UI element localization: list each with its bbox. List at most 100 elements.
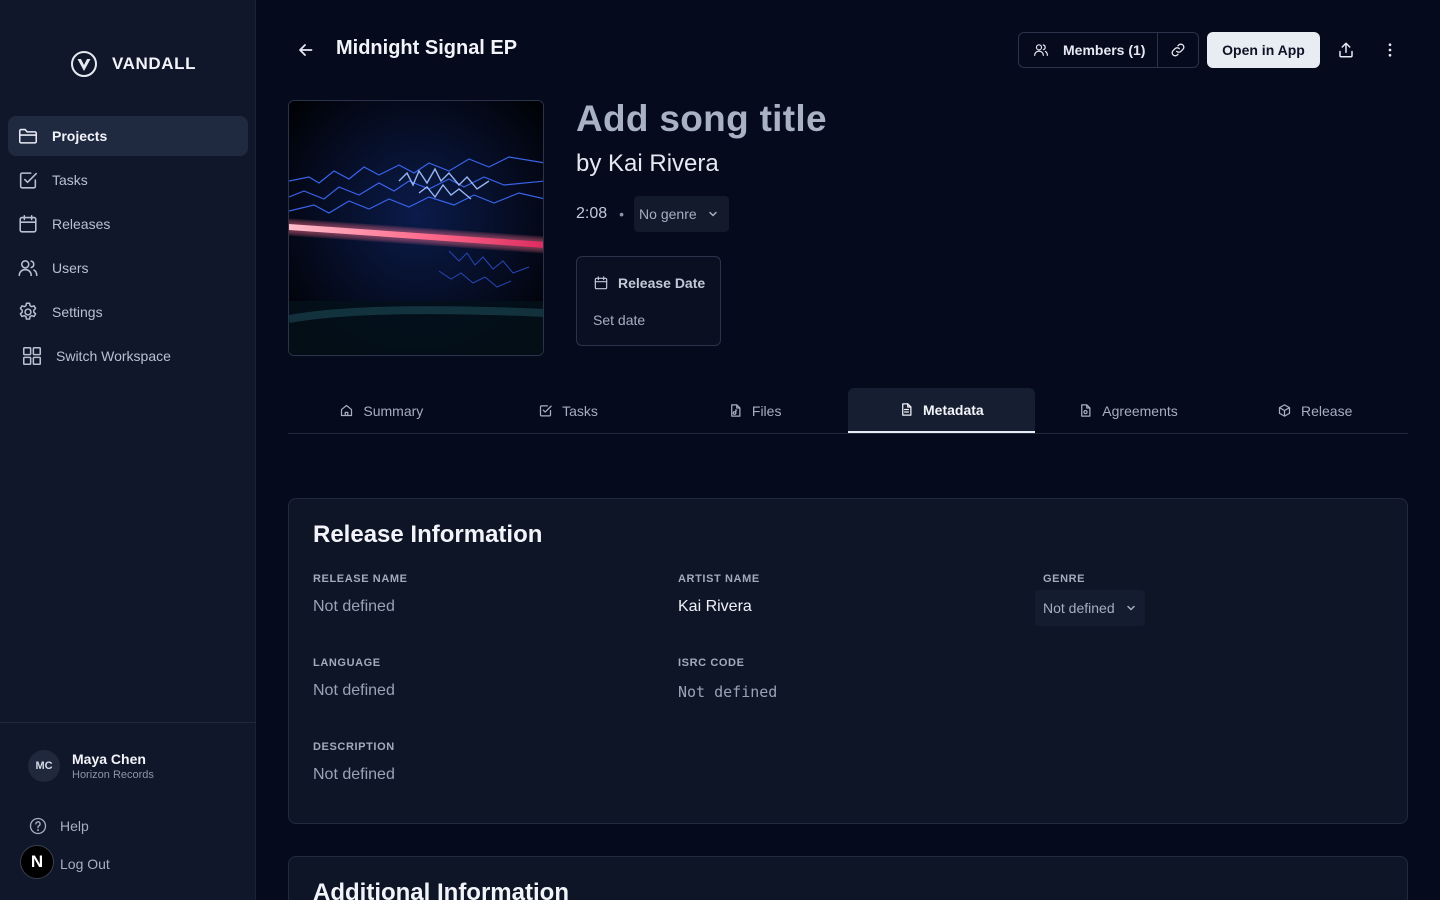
help-label: Help — [60, 818, 89, 834]
tab-label: Release — [1301, 402, 1353, 419]
field-value: Not defined — [313, 598, 395, 615]
genre-select[interactable]: Not defined — [1035, 590, 1145, 626]
avatar: MC — [28, 750, 60, 782]
sidebar-item-projects[interactable]: Projects — [8, 116, 248, 156]
gear-icon — [16, 300, 40, 324]
link-icon — [1171, 43, 1185, 57]
user-name: Maya Chen — [72, 751, 146, 767]
song-title[interactable]: Add song title — [576, 98, 827, 140]
tab-label: Files — [751, 402, 782, 419]
user-organization: Horizon Records — [72, 769, 154, 781]
release-date-header: Release Date — [593, 275, 705, 291]
language-field[interactable]: LANGUAGE Not defined — [313, 657, 395, 700]
open-in-app-button[interactable]: Open in App — [1207, 32, 1320, 68]
additional-information-card: Additional Information — [288, 856, 1408, 900]
sidebar-item-settings[interactable]: Settings — [8, 292, 248, 332]
calendar-icon — [594, 276, 608, 290]
audio-file-icon — [731, 404, 741, 417]
document-icon — [902, 403, 912, 416]
sidebar-item-label: Releases — [52, 216, 111, 232]
more-vertical-icon — [1388, 43, 1392, 57]
chevron-down-icon — [1126, 605, 1135, 611]
sidebar-divider — [0, 722, 256, 723]
song-duration: 2:08 — [576, 205, 608, 222]
sidebar: VANDALL Projects Tasks Releases Users Se… — [0, 0, 256, 900]
folder-icon — [16, 124, 40, 148]
cover-art[interactable] — [288, 100, 544, 356]
tab-label: Agreements — [1102, 402, 1178, 419]
sidebar-item-switch-workspace[interactable]: Switch Workspace — [8, 336, 248, 376]
share-icon — [1339, 42, 1353, 58]
field-value: Not defined — [313, 766, 395, 783]
logout-label: Log Out — [60, 856, 110, 872]
field-label: GENRE — [1043, 573, 1086, 585]
field-value: Not defined — [313, 682, 395, 699]
package-icon — [1278, 404, 1291, 417]
release-name-field[interactable]: RELEASE NAME Not defined — [313, 573, 408, 616]
grid-icon — [20, 344, 44, 368]
tab-label: Metadata — [923, 401, 984, 418]
tab-label: Tasks — [562, 402, 598, 419]
artist-name-field[interactable]: ARTIST NAME Kai Rivera — [678, 573, 760, 616]
brand-logo-icon — [71, 51, 97, 77]
calendar-icon — [16, 212, 40, 236]
tab-label: Summary — [363, 402, 424, 419]
genre-value: No genre — [639, 206, 697, 222]
description-field[interactable]: DESCRIPTION Not defined — [313, 741, 395, 784]
tab-bar: Summary Tasks Files Metadata Agreements … — [288, 388, 1408, 434]
tab-metadata[interactable]: Metadata — [848, 388, 1035, 433]
logout-link[interactable]: Log Out — [60, 856, 110, 872]
help-icon — [29, 817, 47, 835]
tab-release[interactable]: Release — [1221, 388, 1408, 433]
members-group: Members (1) — [1018, 32, 1199, 68]
members-button[interactable]: Members (1) — [1019, 33, 1158, 67]
tab-agreements[interactable]: Agreements — [1035, 388, 1222, 433]
card-title: Release Information — [313, 521, 543, 548]
genre-select-value: Not defined — [1043, 600, 1115, 616]
sidebar-item-label: Users — [52, 260, 89, 276]
release-date-value: Set date — [593, 312, 646, 328]
genre-field: GENRE Not defined — [1035, 573, 1145, 626]
users-icon — [1034, 44, 1048, 56]
home-icon — [341, 404, 353, 417]
field-label: ISRC CODE — [678, 657, 745, 669]
arrow-left-icon — [299, 44, 313, 56]
tab-summary[interactable]: Summary — [288, 388, 475, 433]
release-date-label: Release Date — [618, 275, 706, 291]
copy-link-button[interactable] — [1158, 33, 1198, 67]
sidebar-item-label: Settings — [52, 304, 103, 320]
song-meta: 2:08 • No genre — [576, 196, 729, 232]
sidebar-item-label: Switch Workspace — [56, 348, 171, 364]
field-label: DESCRIPTION — [313, 741, 395, 753]
genre-dropdown[interactable]: No genre — [634, 196, 729, 232]
field-value: Not defined — [678, 683, 778, 701]
brand[interactable]: VANDALL — [70, 50, 196, 78]
chevron-down-icon — [708, 211, 717, 217]
sidebar-item-label: Tasks — [52, 172, 88, 188]
more-options-button[interactable] — [1378, 38, 1402, 62]
checkbox-icon — [539, 405, 552, 417]
sidebar-item-releases[interactable]: Releases — [8, 204, 248, 244]
release-information-card: Release Information RELEASE NAME Not def… — [288, 498, 1408, 824]
field-label: RELEASE NAME — [313, 573, 408, 585]
sidebar-item-users[interactable]: Users — [8, 248, 248, 288]
song-artist: by Kai Rivera — [576, 150, 719, 177]
share-button[interactable] — [1334, 38, 1358, 62]
user-profile[interactable]: MC Maya Chen Horizon Records — [28, 750, 154, 782]
field-value: Kai Rivera — [678, 598, 752, 615]
help-link[interactable]: Help — [28, 816, 89, 836]
contract-icon — [1081, 404, 1091, 417]
n-badge-icon[interactable]: N — [20, 845, 54, 879]
meta-separator: • — [619, 206, 625, 222]
tab-tasks[interactable]: Tasks — [475, 388, 662, 433]
users-icon — [16, 256, 40, 280]
sidebar-item-tasks[interactable]: Tasks — [8, 160, 248, 200]
field-label: ARTIST NAME — [678, 573, 760, 585]
tab-files[interactable]: Files — [661, 388, 848, 433]
brand-name: VANDALL — [112, 54, 197, 73]
members-label: Members (1) — [1063, 42, 1146, 58]
isrc-code-field[interactable]: ISRC CODE Not defined — [678, 657, 777, 701]
release-date-card[interactable]: Release Date Set date — [576, 256, 721, 346]
sidebar-item-label: Projects — [52, 128, 108, 144]
back-button[interactable] — [296, 40, 316, 60]
